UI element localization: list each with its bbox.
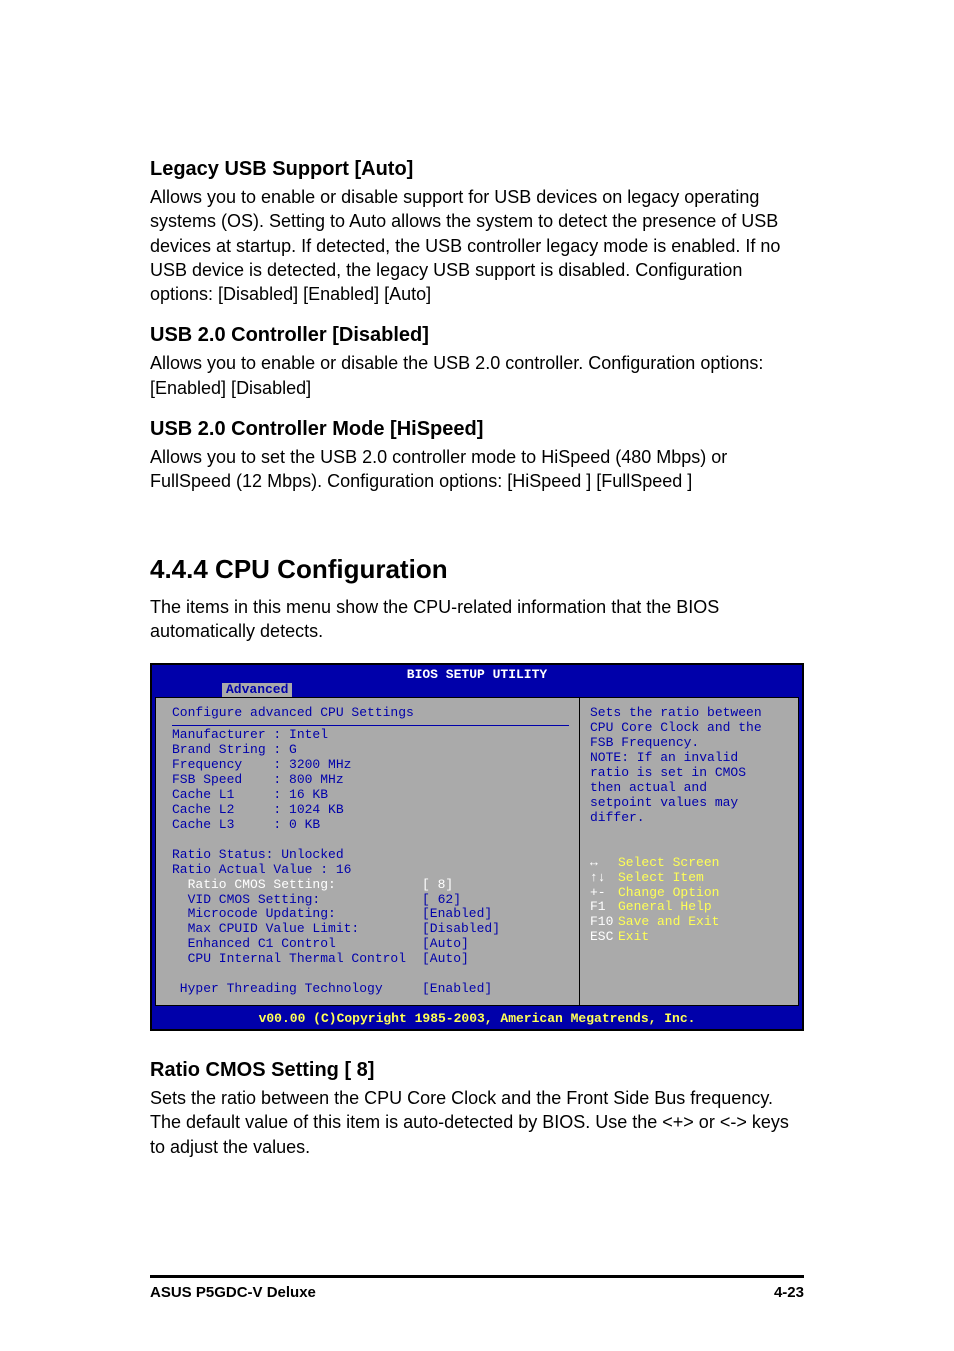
nav-key-4: F10 <box>590 915 618 930</box>
usb20-mode-body: Allows you to set the USB 2.0 controller… <box>150 445 804 494</box>
bios-hyper-val[interactable]: [Enabled] <box>422 981 492 996</box>
footer-product: ASUS P5GDC-V Deluxe <box>150 1284 316 1301</box>
footer-page-number: 4-23 <box>774 1284 804 1301</box>
bios-set-1-lbl[interactable]: VID CMOS Setting: <box>172 893 422 908</box>
page-footer: ASUS P5GDC-V Deluxe 4-23 <box>150 1277 804 1301</box>
bios-copyright: v00.00 (C)Copyright 1985-2003, American … <box>152 1009 802 1029</box>
nav-lbl-0: Select Screen <box>618 855 719 870</box>
bios-set-5-lbl[interactable]: CPU Internal Thermal Control <box>172 952 422 967</box>
section-cpu-config-intro: The items in this menu show the CPU-rela… <box>150 595 804 644</box>
usb20-controller-title: USB 2.0 Controller [Disabled] <box>150 324 804 347</box>
bios-ratio-status: Ratio Status: Unlocked <box>172 847 344 862</box>
ratio-cmos-body: Sets the ratio between the CPU Core Cloc… <box>150 1086 804 1159</box>
nav-lbl-2: Change Option <box>618 885 719 900</box>
bios-set-2-val[interactable]: [Enabled] <box>422 906 492 921</box>
bios-cache-0: Cache L1 : 16 KB <box>172 787 328 802</box>
legacy-usb-title: Legacy USB Support [Auto] <box>150 158 804 181</box>
nav-key-0: ↔ <box>590 856 618 871</box>
bios-set-4-val[interactable]: [Auto] <box>422 936 469 951</box>
bios-heading: Configure advanced CPU Settings <box>172 705 414 720</box>
bios-set-3-lbl[interactable]: Max CPUID Value Limit: <box>172 922 422 937</box>
bios-title: BIOS SETUP UTILITY <box>152 665 802 682</box>
nav-lbl-4: Save and Exit <box>618 914 719 929</box>
bios-set-2-lbl[interactable]: Microcode Updating: <box>172 907 422 922</box>
nav-key-1: ↑↓ <box>590 871 618 886</box>
bios-cache-1: Cache L2 : 1024 KB <box>172 802 344 817</box>
bios-info-1: Brand String : G <box>172 742 297 757</box>
bios-info-3: FSB Speed : 800 MHz <box>172 772 344 787</box>
bios-ratio-actual: Ratio Actual Value : 16 <box>172 862 351 877</box>
bios-tab-advanced[interactable]: Advanced <box>222 683 292 697</box>
nav-key-2: +- <box>590 886 618 901</box>
bios-left-pane: Configure advanced CPU Settings Manufact… <box>156 698 580 1005</box>
usb20-controller-body: Allows you to enable or disable the USB … <box>150 351 804 400</box>
bios-set-0-lbl[interactable]: Ratio CMOS Setting: <box>172 878 422 893</box>
bios-set-3-val[interactable]: [Disabled] <box>422 921 500 936</box>
nav-key-5: ESC <box>590 930 618 945</box>
nav-key-3: F1 <box>590 900 618 915</box>
bios-set-4-lbl[interactable]: Enhanced C1 Control <box>172 937 422 952</box>
section-cpu-config-title: 4.4.4 CPU Configuration <box>150 554 804 585</box>
bios-hyper-lbl[interactable]: Hyper Threading Technology <box>172 982 422 997</box>
bios-set-1-val[interactable]: [ 62] <box>422 892 461 907</box>
legacy-usb-body: Allows you to enable or disable support … <box>150 185 804 306</box>
bios-info-0: Manufacturer : Intel <box>172 727 328 742</box>
bios-set-0-val[interactable]: [ 8] <box>422 877 453 892</box>
ratio-cmos-title: Ratio CMOS Setting [ 8] <box>150 1059 804 1082</box>
bios-help-text: Sets the ratio between CPU Core Clock an… <box>590 705 762 825</box>
bios-right-pane: Sets the ratio between CPU Core Clock an… <box>580 698 798 1005</box>
bios-info-2: Frequency : 3200 MHz <box>172 757 351 772</box>
usb20-mode-title: USB 2.0 Controller Mode [HiSpeed] <box>150 418 804 441</box>
nav-lbl-3: General Help <box>618 899 712 914</box>
bios-set-5-val[interactable]: [Auto] <box>422 951 469 966</box>
bios-panel: BIOS SETUP UTILITY Advanced Configure ad… <box>150 663 804 1031</box>
nav-lbl-1: Select Item <box>618 870 704 885</box>
bios-cache-2: Cache L3 : 0 KB <box>172 817 320 832</box>
nav-lbl-5: Exit <box>618 929 649 944</box>
